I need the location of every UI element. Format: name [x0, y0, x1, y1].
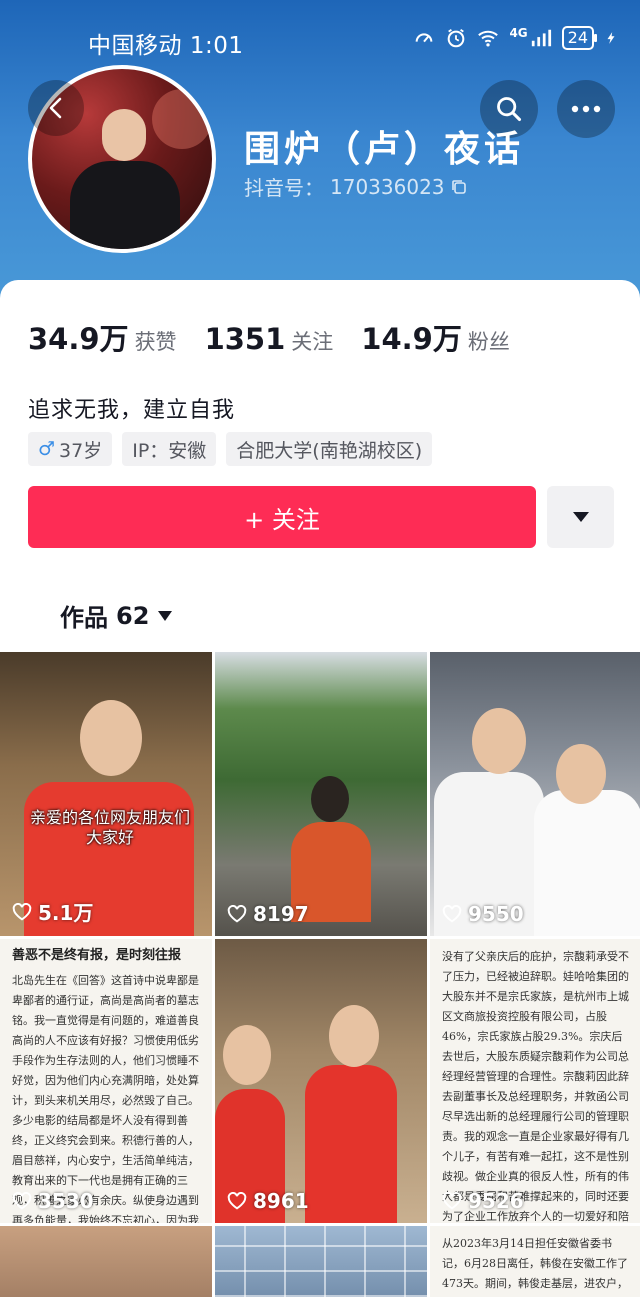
- video-person-head: [556, 744, 606, 804]
- video-document-body: 从2023年3月14日担任安徽省委书记，6月28日离任，韩俊在安徽工作了473天…: [442, 1237, 628, 1290]
- back-button[interactable]: [28, 80, 84, 136]
- profile-bio: 追求无我，建立自我: [28, 398, 236, 423]
- video-tile[interactable]: [215, 1226, 427, 1297]
- charging-icon: [607, 32, 615, 44]
- heart-icon: [442, 905, 462, 923]
- video-tile[interactable]: 8197: [215, 652, 427, 936]
- clock-time: 1:01: [189, 33, 244, 59]
- copy-icon[interactable]: [451, 179, 467, 195]
- video-person-head: [329, 1005, 379, 1067]
- video-document-body: 没有了父亲庆后的庇护，宗馥莉承受不了压力，已经被迫辞职。娃哈哈集团的大股东并不是…: [442, 950, 629, 1223]
- video-tile[interactable]: 9550: [430, 652, 640, 936]
- video-like-count-value: 5.1万: [38, 901, 94, 925]
- avatar-background-light: [152, 89, 212, 149]
- battery-level: 24: [567, 28, 588, 47]
- battery-tip: [594, 34, 597, 42]
- video-like-count: 9550: [442, 902, 524, 926]
- carrier-and-time: 中国移动 1:01: [88, 26, 243, 60]
- stat-likes-value: 34.9万: [28, 322, 129, 356]
- stat-likes-label: 获赞: [134, 330, 177, 354]
- follow-button[interactable]: + 关注: [28, 486, 536, 548]
- douyin-id-value: 170336023: [330, 174, 445, 199]
- more-options-button[interactable]: [557, 80, 615, 138]
- tag-gender-age: ♂ 37岁: [28, 432, 113, 466]
- stat-following[interactable]: 1351 关注: [205, 322, 334, 356]
- battery-indicator: 24: [561, 26, 597, 50]
- tab-works[interactable]: 作品 62: [60, 598, 173, 633]
- video-person-body: [534, 790, 640, 936]
- recommend-dropdown-button[interactable]: [547, 486, 614, 548]
- status-icons: 4G 24: [413, 26, 618, 50]
- stat-following-value: 1351: [204, 322, 286, 356]
- video-like-count: 9526: [442, 1189, 524, 1213]
- stat-followers-value: 14.9万: [361, 322, 462, 356]
- video-like-count: 3530: [12, 1189, 94, 1213]
- chevron-left-icon: [49, 97, 62, 119]
- tag-ip: IP：安徽: [122, 432, 217, 466]
- video-person-head: [472, 708, 526, 774]
- heart-icon: [227, 905, 247, 923]
- stat-following-label: 关注: [291, 330, 334, 354]
- signal-icon: [531, 29, 551, 47]
- network-type-label: 4G: [509, 26, 528, 40]
- tag-age: 37岁: [59, 439, 103, 462]
- video-like-count-value: 9526: [468, 1189, 524, 1213]
- alarm-icon: [448, 28, 465, 48]
- video-tile[interactable]: 没有了父亲庆后的庇护，宗馥莉承受不了压力，已经被迫辞职。娃哈哈集团的大股东并不是…: [430, 939, 640, 1223]
- video-document-body: 北岛先生在《回答》这首诗中说卑鄙是卑鄙者的通行证，高尚是高尚者的墓志铭。我一直觉…: [12, 974, 199, 1223]
- caret-down-icon: [572, 512, 589, 522]
- heart-icon: [12, 1192, 32, 1210]
- building-glass-pattern: [215, 1226, 427, 1297]
- male-icon: ♂: [38, 438, 56, 460]
- video-document-text: 善恶不是终有报，是时刻往报 北岛先生在《回答》这首诗中说卑鄙是卑鄙者的通行证，高…: [12, 947, 202, 1223]
- douyin-id-label: 抖音号：: [244, 176, 324, 200]
- tab-works-label: 作品: [60, 604, 108, 632]
- video-document-headline: 善恶不是终有报，是时刻往报: [12, 948, 182, 963]
- profile-card: 34.9万 获赞 1351 关注 14.9万 粉丝 追求无我，建立自我 ♂ 37…: [0, 280, 640, 1297]
- video-person-head: [311, 776, 349, 822]
- tab-works-count: 62: [116, 601, 150, 630]
- video-subtitle: 亲爱的各位网友朋友们 大家好: [30, 808, 190, 848]
- video-person-body: [305, 1065, 397, 1223]
- video-like-count: 8961: [227, 1189, 309, 1213]
- tag-school[interactable]: 合肥大学(南艳湖校区): [226, 432, 433, 466]
- search-icon: [497, 97, 522, 122]
- video-tile[interactable]: 8961: [215, 939, 427, 1223]
- video-like-count: 8197: [227, 902, 309, 926]
- video-subtitle-line: 亲爱的各位网友朋友们: [30, 808, 191, 827]
- video-like-count-value: 8197: [253, 902, 309, 926]
- heart-icon: [12, 902, 32, 921]
- stat-followers[interactable]: 14.9万 粉丝: [361, 316, 510, 358]
- video-like-count-value: 8961: [253, 1189, 309, 1213]
- heart-icon: [227, 1192, 247, 1210]
- video-person-head: [223, 1025, 271, 1085]
- profile-name: 围炉（卢）夜话: [244, 129, 525, 170]
- video-document-text: 从2023年3月14日担任安徽省委书记，6月28日离任，韩俊在安徽工作了473天…: [442, 1234, 632, 1297]
- video-like-count: 5.1万: [12, 897, 93, 926]
- video-tile[interactable]: [0, 1226, 212, 1297]
- stat-followers-label: 粉丝: [467, 330, 510, 354]
- video-person-head: [80, 700, 142, 776]
- avatar-person-body: [70, 161, 180, 249]
- follow-button-label: + 关注: [244, 505, 320, 534]
- profile-tags: ♂ 37岁 IP：安徽 合肥大学(南艳湖校区): [28, 432, 433, 466]
- avatar-person-head: [102, 109, 146, 161]
- stat-likes[interactable]: 34.9万 获赞: [28, 316, 177, 358]
- douyin-id-row: 抖音号： 170336023: [244, 172, 467, 201]
- caret-down-icon: [158, 610, 173, 621]
- video-tile[interactable]: 善恶不是终有报，是时刻往报 北岛先生在《回答》这首诗中说卑鄙是卑鄙者的通行证，高…: [0, 939, 212, 1223]
- video-document-text: 没有了父亲庆后的庇护，宗馥莉承受不了压力，已经被迫辞职。娃哈哈集团的大股东并不是…: [442, 947, 632, 1223]
- video-like-count-value: 3530: [38, 1189, 94, 1213]
- video-tile[interactable]: 亲爱的各位网友朋友们 大家好 5.1万: [0, 652, 212, 936]
- profile-stats: 34.9万 获赞 1351 关注 14.9万 粉丝: [28, 316, 510, 358]
- speed-icon: [416, 33, 433, 43]
- video-like-count-value: 9550: [468, 902, 524, 926]
- carrier-name: 中国移动: [88, 33, 182, 59]
- wifi-icon: [478, 30, 499, 47]
- video-tile[interactable]: 从2023年3月14日担任安徽省委书记，6月28日离任，韩俊在安徽工作了473天…: [430, 1226, 640, 1297]
- more-dots-icon: [571, 105, 601, 113]
- heart-icon: [442, 1192, 462, 1210]
- video-subtitle-line: 大家好: [85, 828, 134, 847]
